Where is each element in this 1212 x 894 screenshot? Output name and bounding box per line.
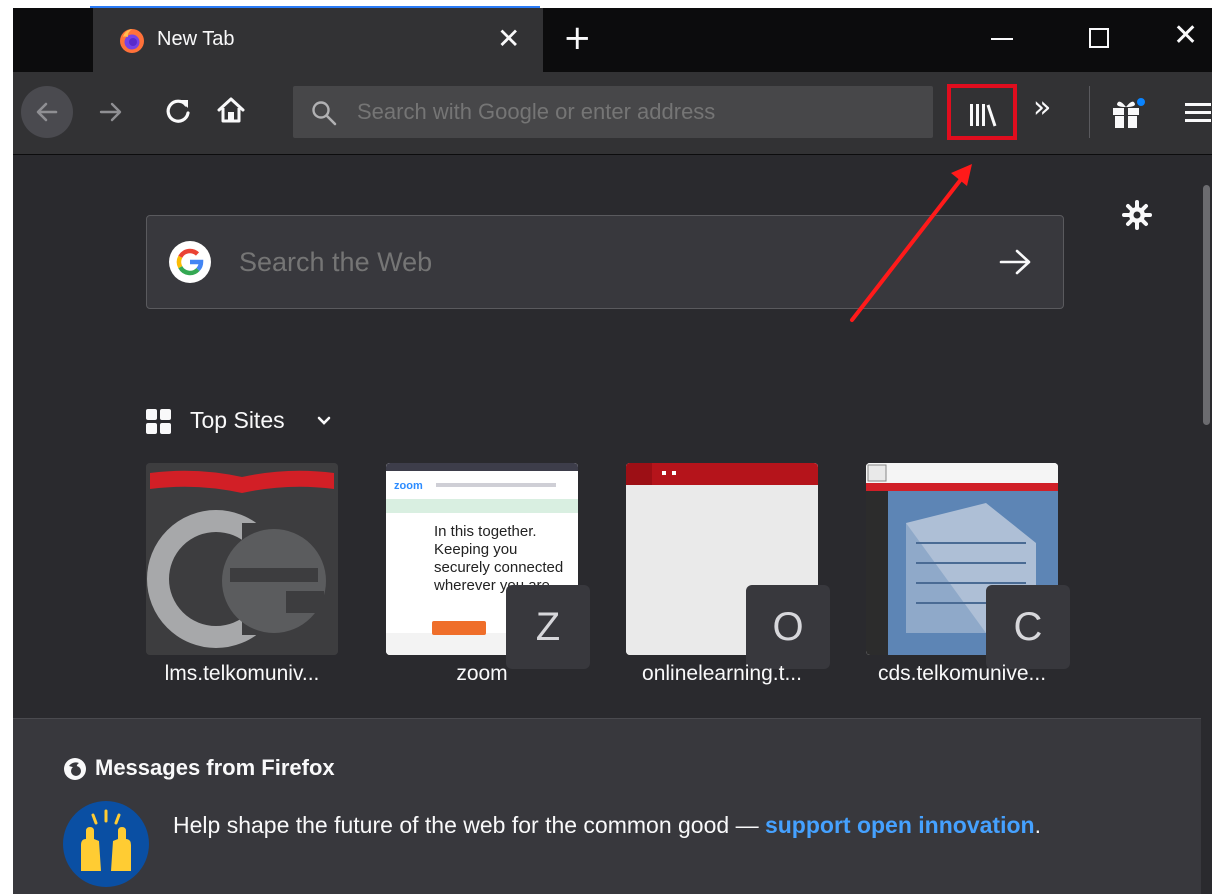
maximize-icon[interactable] [1089,28,1109,48]
library-button[interactable] [947,84,1017,140]
top-sites-title: Top Sites [190,407,285,433]
tile-label: onlinelearning.t... [642,662,802,685]
search-icon [312,101,337,126]
tab-title: New Tab [157,28,235,50]
google-logo-icon [169,241,211,283]
gear-icon[interactable] [1121,199,1153,231]
messages-title: Messages from Firefox [95,755,335,780]
firefox-messages-icon [64,758,86,780]
top-strip [0,0,1212,9]
arrow-right-icon[interactable] [999,247,1033,277]
messages-body-end: . [1034,812,1041,838]
tile-letter-badge: C [986,585,1070,669]
scrollbar-thumb[interactable] [1203,185,1210,425]
home-icon[interactable] [215,94,247,126]
web-search-input[interactable] [239,247,939,278]
messages-section: Messages from Firefox Help shape the fut… [13,718,1201,894]
tile-label: lms.telkomuniv... [164,662,320,685]
tile-letter-badge: Z [506,585,590,669]
grid-icon [146,409,171,434]
new-tab-page: Top Sites lms.telkomuniv... [13,155,1201,894]
lms-logo-image [146,463,338,655]
web-search-box[interactable] [146,215,1064,309]
library-icon [970,104,997,127]
tab-strip: New Tab ✕ + ✕ [13,8,1212,72]
close-window-icon[interactable]: ✕ [1173,18,1198,54]
forward-arrow-icon[interactable] [97,98,125,126]
messages-body-text: Help shape the future of the web for the… [173,812,759,838]
url-input[interactable] [357,99,917,125]
raised-hands-icon [63,801,149,887]
scrollbar[interactable] [1201,155,1212,894]
back-arrow-icon [36,102,58,122]
tile-letter-badge: O [746,585,830,669]
svg-text:zoom: zoom [394,480,423,492]
messages-body: Help shape the future of the web for the… [173,807,1133,844]
tile-label: cds.telkomunive... [877,662,1047,685]
back-button[interactable] [21,86,73,138]
support-open-innovation-link[interactable]: support open innovation [765,812,1035,838]
chevron-double-right-icon[interactable]: » [1033,90,1051,126]
browser-window: New Tab ✕ + ✕ Search with Google or ente… [13,8,1212,894]
tile-label: zoom [456,662,508,685]
plus-icon[interactable]: + [563,18,592,58]
navigation-toolbar: » [13,72,1212,155]
close-icon[interactable]: ✕ [497,24,520,54]
toolbar-separator [1089,86,1090,138]
gift-icon[interactable] [1111,96,1147,130]
reload-icon[interactable] [163,96,193,126]
minimize-icon[interactable] [991,38,1013,40]
firefox-logo-icon [120,29,144,53]
tab-new-tab[interactable]: New Tab ✕ [93,8,543,72]
tile-thumbnail [146,463,338,655]
chevron-down-icon[interactable] [317,416,331,426]
url-bar[interactable] [293,86,933,138]
hamburger-menu-icon[interactable] [1185,102,1211,124]
